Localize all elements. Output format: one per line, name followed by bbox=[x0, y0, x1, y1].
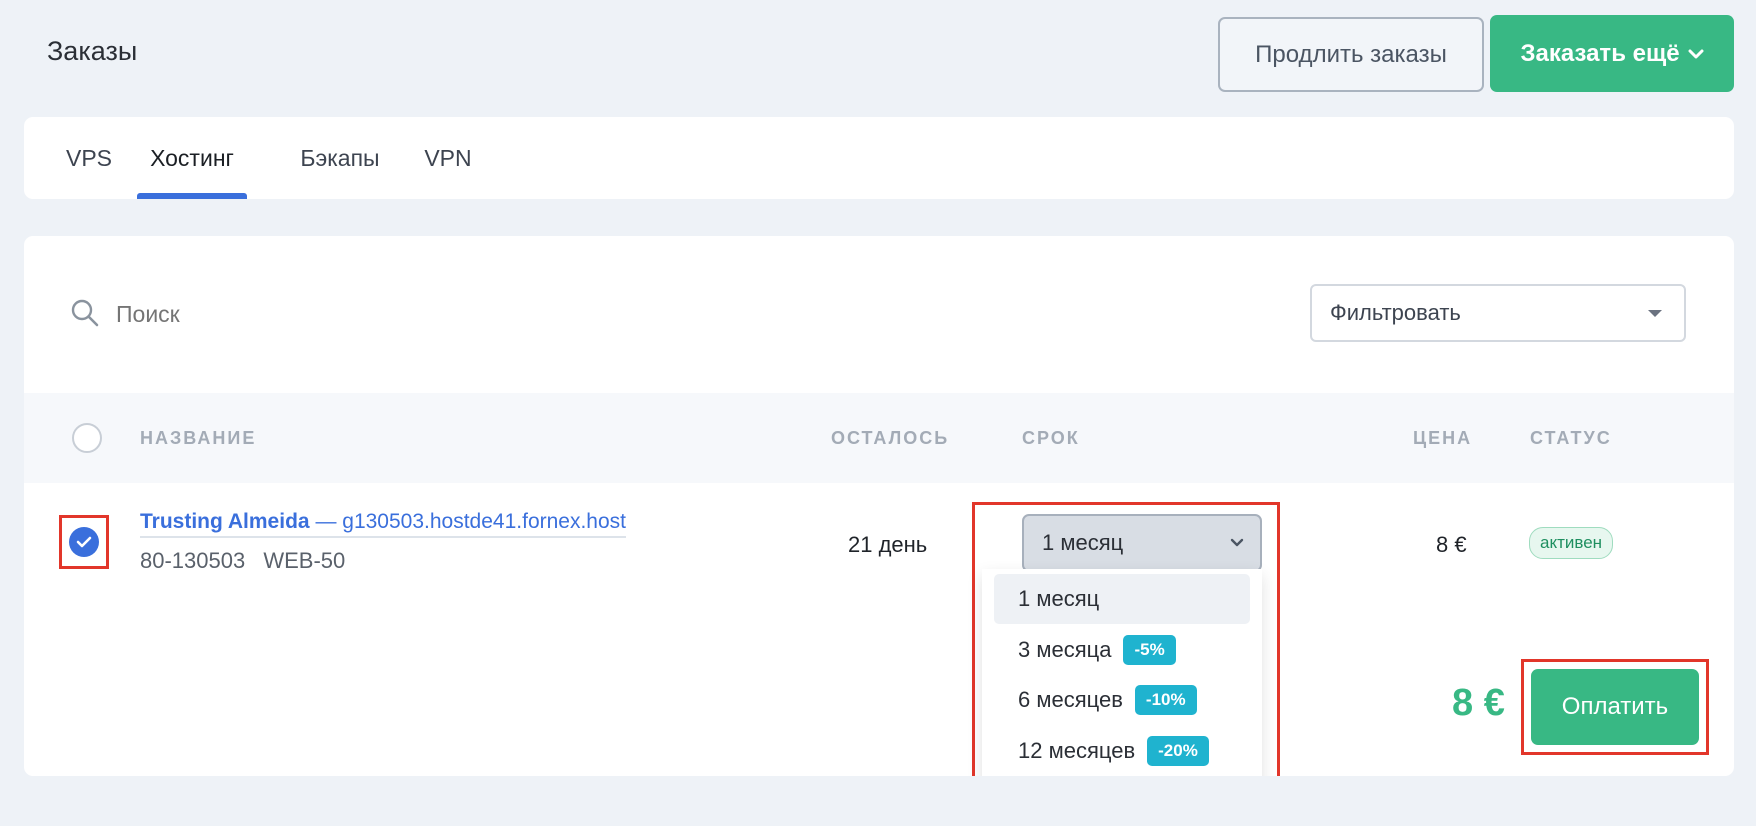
discount-badge: -10% bbox=[1134, 685, 1197, 715]
term-option-label: 6 месяцев bbox=[1018, 687, 1123, 712]
column-header-price: ЦЕНА bbox=[1413, 427, 1473, 448]
filter-dropdown[interactable]: Фильтровать bbox=[1310, 284, 1686, 342]
term-select[interactable]: 1 месяц bbox=[1022, 514, 1262, 572]
order-plan: WEB-50 bbox=[263, 548, 346, 573]
status-badge: активен bbox=[1529, 527, 1614, 559]
row-checkbox-highlight bbox=[59, 515, 109, 569]
select-all-checkbox[interactable] bbox=[72, 423, 102, 453]
remaining-days: 21 день bbox=[848, 532, 928, 557]
term-option-3[interactable]: 3 месяца -5% bbox=[994, 625, 1250, 675]
orders-panel: Фильтровать НАЗВАНИЕ ОСТАЛОСЬ СРОК ЦЕНА … bbox=[24, 236, 1734, 776]
order-id: 80-130503 bbox=[140, 548, 246, 573]
term-option-6[interactable]: 6 месяцев -10% bbox=[994, 675, 1250, 725]
row-checkbox[interactable] bbox=[69, 527, 99, 557]
search-input[interactable] bbox=[116, 294, 616, 334]
table-header: НАЗВАНИЕ ОСТАЛОСЬ СРОК ЦЕНА СТАТУС bbox=[24, 393, 1734, 483]
total-amount: 8 € bbox=[1452, 682, 1505, 724]
order-domain: — g130503.hostde41.fornex.host bbox=[315, 510, 626, 533]
term-option-label: 3 месяца bbox=[1018, 637, 1112, 662]
term-option-12[interactable]: 12 месяцев -20% bbox=[994, 726, 1250, 776]
term-option-label: 1 месяц bbox=[1018, 586, 1100, 611]
page-title: Заказы bbox=[47, 36, 138, 66]
search-icon bbox=[71, 299, 99, 327]
chevron-down-icon bbox=[1688, 49, 1704, 58]
caret-down-icon bbox=[1648, 310, 1662, 317]
column-header-remaining: ОСТАЛОСЬ bbox=[831, 427, 950, 448]
order-more-button[interactable]: Заказать ещё bbox=[1490, 15, 1734, 92]
filter-label: Фильтровать bbox=[1330, 300, 1461, 325]
column-header-term: СРОК bbox=[1022, 427, 1080, 448]
tab-backups[interactable]: Бэкапы bbox=[290, 117, 390, 199]
term-dropdown-menu: 1 месяц 3 месяца -5% 6 месяцев -10% 12 м… bbox=[982, 569, 1262, 776]
tab-bar: VPS Хостинг Бэкапы VPN bbox=[24, 117, 1734, 199]
term-option-label: 12 месяцев bbox=[1018, 738, 1136, 763]
order-details: 80-130503 WEB-50 bbox=[140, 548, 345, 574]
discount-badge: -5% bbox=[1123, 635, 1176, 665]
pay-button[interactable]: Оплатить bbox=[1531, 669, 1699, 745]
order-name: Trusting Almeida bbox=[140, 510, 310, 533]
order-more-label: Заказать ещё bbox=[1520, 39, 1680, 67]
column-header-status: СТАТУС bbox=[1530, 427, 1612, 448]
renew-orders-button[interactable]: Продлить заказы bbox=[1218, 17, 1484, 92]
chevron-down-icon bbox=[1230, 538, 1244, 547]
term-select-value: 1 месяц bbox=[1042, 530, 1124, 555]
check-icon bbox=[76, 536, 92, 548]
discount-badge: -20% bbox=[1147, 736, 1209, 766]
order-price: 8 € bbox=[1436, 532, 1467, 557]
tab-hosting[interactable]: Хостинг bbox=[137, 117, 247, 199]
term-option-1[interactable]: 1 месяц bbox=[994, 574, 1250, 624]
tab-vpn[interactable]: VPN bbox=[418, 117, 478, 199]
tab-vps[interactable]: VPS bbox=[59, 117, 119, 199]
column-header-name: НАЗВАНИЕ bbox=[140, 427, 257, 448]
order-link[interactable]: Trusting Almeida — g130503.hostde41.forn… bbox=[140, 510, 626, 538]
